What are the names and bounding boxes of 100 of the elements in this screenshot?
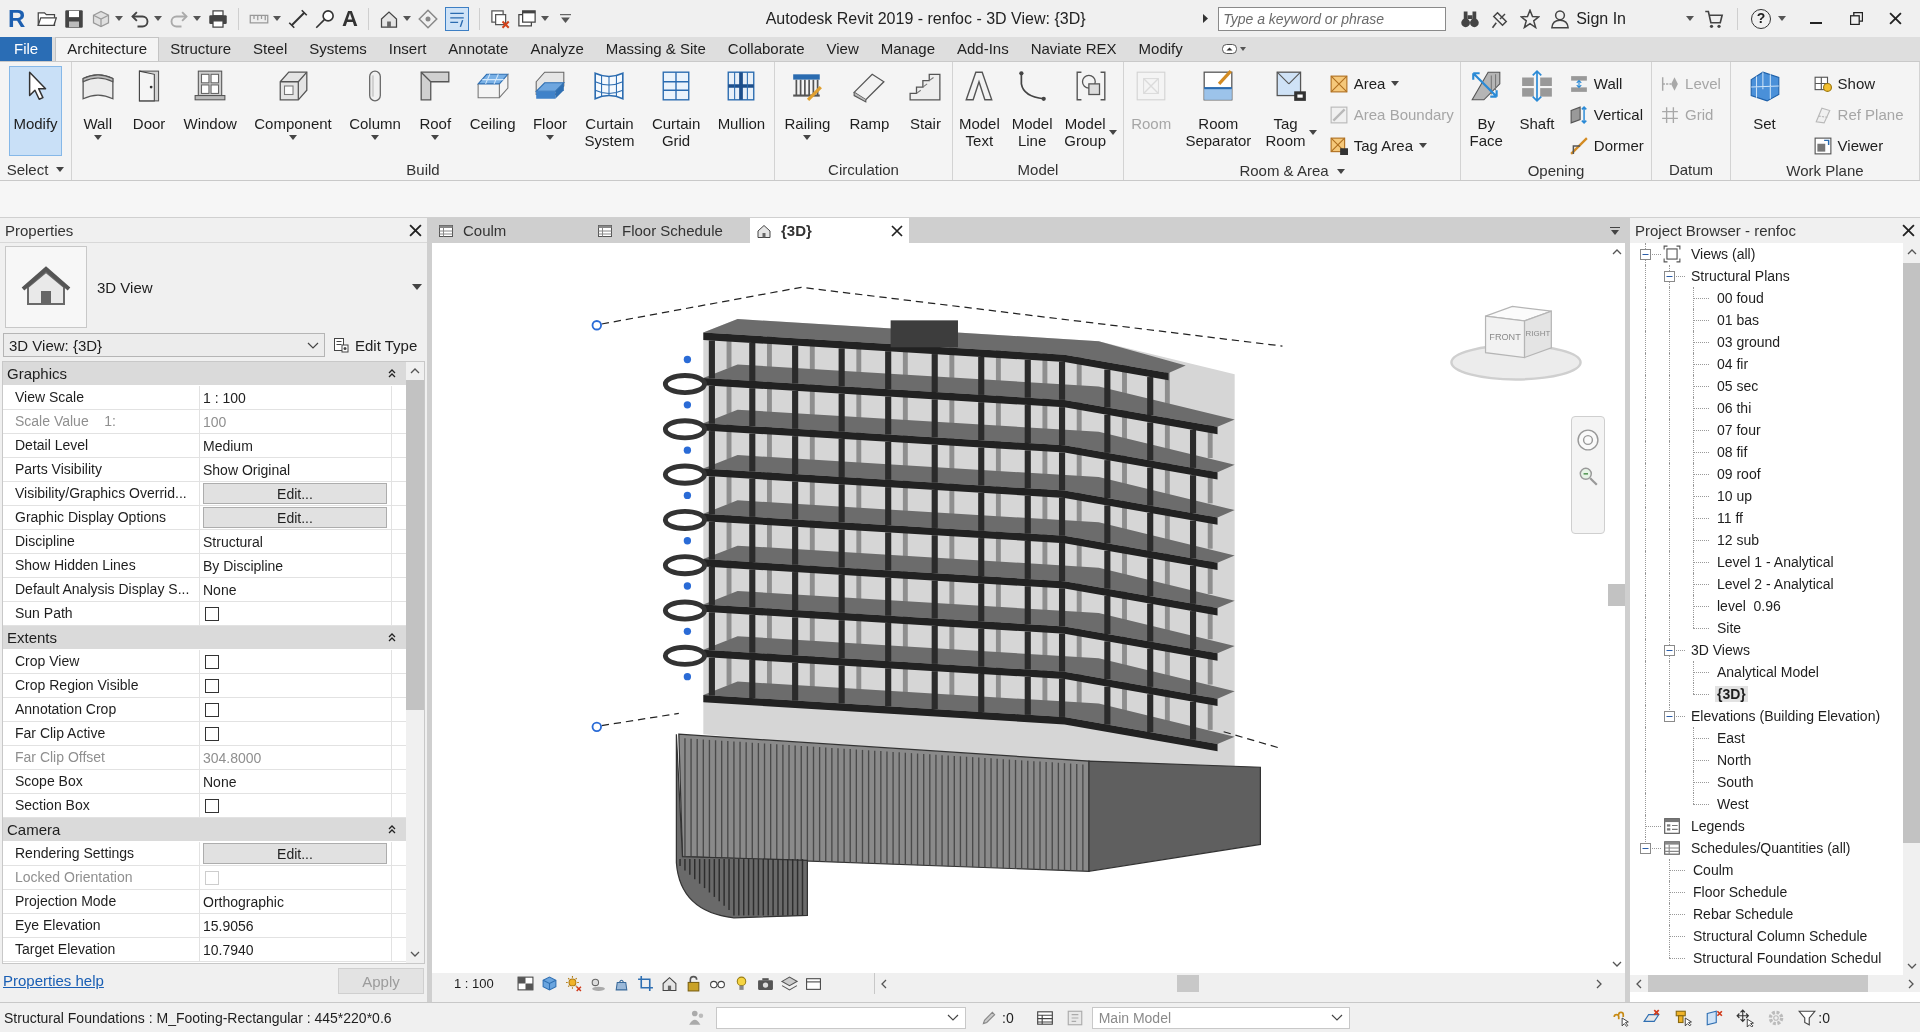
scrollbar-thumb[interactable] [1176,975,1199,992]
view-scale[interactable]: 1 : 100 [454,976,494,991]
ribbon-button[interactable]: Curtain Grid [647,66,705,156]
ribbon-tab[interactable]: Insert [377,37,438,61]
ribbon-button[interactable]: Wall [76,66,119,156]
steering-wheel-icon[interactable] [1577,429,1599,451]
table-icon[interactable] [1035,1008,1054,1027]
caret-icon[interactable] [402,16,411,21]
ribbon-tab[interactable]: Steel [242,37,299,61]
collapse-toggle-icon[interactable] [1664,644,1675,656]
ribbon-button[interactable]: Shaft [1515,66,1559,156]
tree-item[interactable]: Analytical Model [1715,664,1821,680]
dimension-icon[interactable] [288,8,308,29]
tree-item[interactable]: Structural Foundation Schedul [1691,950,1884,966]
property-value[interactable]: By Discipline [203,557,284,574]
sun-icon[interactable] [564,975,582,992]
ribbon-button[interactable]: Wall [1566,68,1647,99]
scroll-up-icon[interactable] [410,368,420,374]
ribbon-tab[interactable]: Structure [159,37,243,61]
property-value[interactable]: Medium [203,437,253,454]
caret-icon[interactable] [1336,168,1345,174]
edit-type-button[interactable]: Edit Type [333,336,418,354]
house-icon[interactable] [660,975,678,992]
ribbon-button[interactable]: Dormer [1566,130,1647,161]
ribbon-tab[interactable]: Massing & Site [594,37,717,61]
category-header[interactable]: Extents [3,626,406,650]
scroll-down-icon[interactable] [1906,963,1917,969]
checkbox[interactable] [205,798,219,813]
tree-item[interactable]: North [1715,752,1754,768]
ribbon-tab[interactable]: Modify [1127,37,1194,61]
tree-item[interactable]: level 0.96 [1715,598,1783,614]
tree-item[interactable]: South [1715,774,1756,790]
scroll-right-icon[interactable] [1596,978,1602,989]
scrollbar-thumb[interactable] [1608,583,1625,606]
ribbon-button[interactable]: Component [250,66,336,156]
ribbon-tab[interactable]: Add-Ins [946,37,1020,61]
ribbon-button[interactable]: Floor [528,66,572,156]
edit-button[interactable]: Edit... [203,843,387,864]
scroll-up-icon[interactable] [1611,249,1622,255]
ribbon-button[interactable]: Mullion [713,66,770,156]
edit-button[interactable]: Edit... [203,483,387,504]
ribbon-tab[interactable]: View [815,37,870,61]
ribbon-tab[interactable]: Analyze [519,37,595,61]
tree-item[interactable]: Structural Plans [1689,268,1792,284]
property-value[interactable]: Show Original [203,461,291,478]
restore-icon[interactable] [1850,12,1863,25]
ribbon-button[interactable]: Model Line [1007,66,1057,156]
property-value[interactable]: 15.9056 [203,917,254,934]
scrollbar-thumb[interactable] [406,380,424,710]
expand-arrow-icon[interactable] [1203,14,1209,23]
type-name[interactable]: 3D View [97,278,402,296]
scrollbar-thumb[interactable] [1903,263,1920,844]
ribbon-button[interactable]: Vertical [1566,99,1647,130]
tree-item[interactable]: Legends [1689,818,1747,834]
scroll-left-icon[interactable] [1636,978,1642,989]
edit-button[interactable]: Edit... [203,507,387,528]
tree-item[interactable]: 05 sec [1715,378,1761,394]
face-cursor-icon[interactable] [1705,1008,1724,1027]
scroll-down-icon[interactable] [1611,961,1622,967]
tree-item[interactable]: Level 1 - Analytical [1715,554,1836,570]
close-icon[interactable] [891,224,903,237]
tree-item[interactable]: 11 ff [1715,510,1745,526]
ribbon-button[interactable]: Viewer [1810,130,1907,161]
layers-icon[interactable] [780,975,798,992]
scroll-right-icon[interactable] [1908,978,1914,989]
ribbon-tab[interactable]: Architecture [55,37,160,61]
caret-icon[interactable] [56,167,65,172]
close-icon[interactable] [1889,12,1902,25]
text-tool-button[interactable]: A [342,6,358,31]
tree-item[interactable]: {3D} [1715,686,1748,702]
ribbon-tab[interactable]: Collaborate [716,37,816,61]
tree-item[interactable]: Level 2 - Analytical [1715,576,1836,592]
tree-item[interactable]: 10 up [1715,488,1755,504]
property-value[interactable]: Structural [203,533,263,550]
caret-icon[interactable] [273,16,281,21]
window-frame-icon[interactable] [804,975,822,992]
tree-item[interactable]: Coulm [1691,862,1736,878]
file-menu-tab[interactable]: File [0,37,53,61]
tree-item[interactable]: Views (all) [1689,246,1758,262]
ribbon-button[interactable]: Column [345,66,405,156]
tree-item[interactable]: 3D Views [1689,642,1752,658]
close-icon[interactable] [1902,224,1915,237]
ribbon-button[interactable]: Stair [904,66,947,156]
tree-item[interactable]: Site [1715,620,1744,636]
instance-dropdown[interactable]: 3D View: {3D} [3,333,325,357]
close-icon[interactable] [409,223,422,237]
tree-item[interactable]: 06 thi [1715,400,1754,416]
scroll-down-icon[interactable] [410,951,420,957]
ribbon-button[interactable]: Railing [780,66,835,156]
ribbon-button[interactable]: Tag Room [1261,66,1321,156]
caret-icon[interactable] [154,16,162,21]
property-value[interactable]: 10.7940 [203,941,254,958]
collapse-toggle-icon[interactable] [1664,270,1675,282]
ribbon-tab[interactable]: Systems [298,37,378,61]
ribbon-button[interactable]: Modify [9,66,62,156]
caret-icon[interactable] [412,284,422,290]
camera-icon[interactable] [756,975,774,992]
ribbon-button[interactable]: Show [1810,68,1907,99]
checkbox[interactable] [205,702,219,717]
tree-item[interactable]: Floor Schedule [1691,884,1790,900]
